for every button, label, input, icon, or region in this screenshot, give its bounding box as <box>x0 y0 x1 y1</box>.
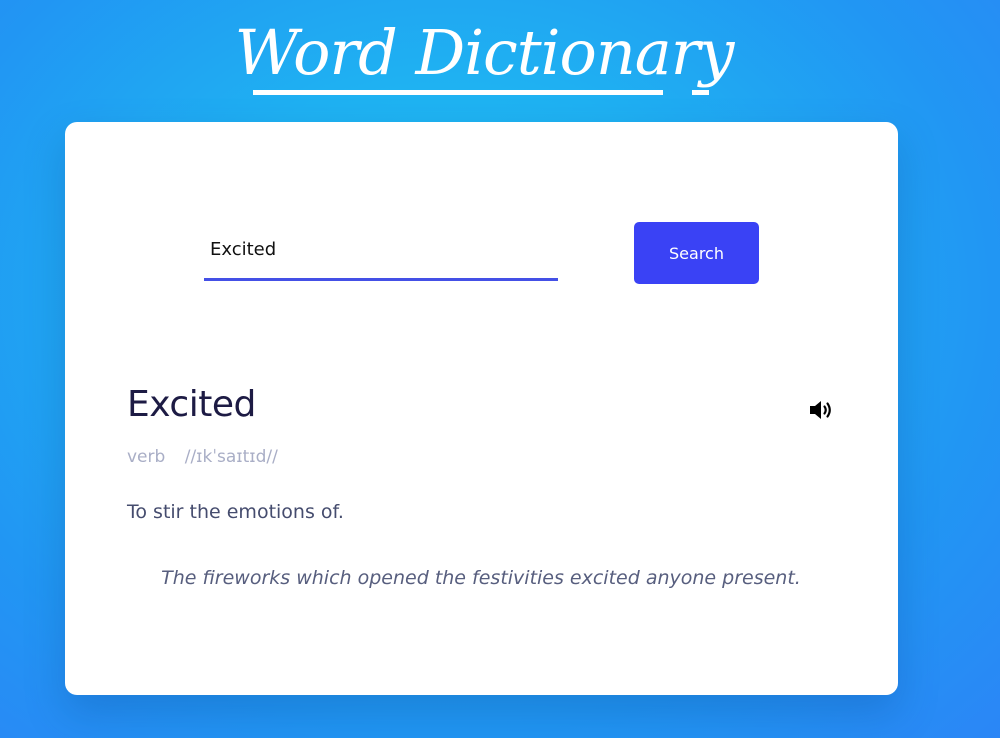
result-word: Excited <box>127 384 256 425</box>
word-meta: verb //ɪkˈsaɪtɪd// <box>127 447 278 467</box>
example-sentence: The fireworks which opened the festiviti… <box>161 567 801 589</box>
definition: To stir the emotions of. <box>127 501 344 523</box>
dictionary-card: Search Excited verb //ɪkˈsaɪtɪd// To sti… <box>65 122 898 695</box>
search-button[interactable]: Search <box>634 222 759 284</box>
speaker-volume-icon <box>810 401 831 419</box>
app-title: Word Dictionary <box>234 16 735 89</box>
phonetic: //ɪkˈsaɪtɪd// <box>184 447 278 467</box>
title-underline <box>253 90 663 95</box>
part-of-speech: verb <box>127 447 166 467</box>
play-pronunciation-button[interactable] <box>807 398 837 424</box>
search-input[interactable] <box>204 221 558 281</box>
title-underline-tail <box>692 90 709 95</box>
